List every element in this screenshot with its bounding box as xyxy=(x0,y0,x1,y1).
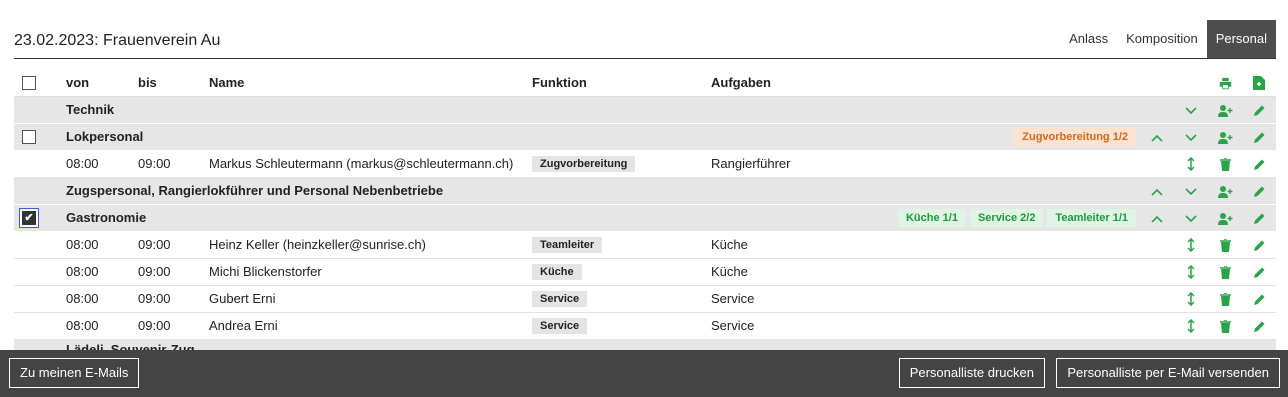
function-badge: Teamleiter xyxy=(532,237,603,253)
edit-pencil-icon[interactable] xyxy=(1242,210,1276,225)
move-vertical-icon[interactable] xyxy=(1174,318,1208,334)
chevron-down-icon[interactable] xyxy=(1174,183,1208,198)
table-row: 08:00 09:00 Andrea Erni Service Service xyxy=(14,312,1277,340)
function-badge: Zugvorbereitung xyxy=(532,156,636,172)
group-row-partial: Lädeli, Souvenir-Zug xyxy=(14,340,1276,350)
person-name: Gubert Erni xyxy=(209,285,532,313)
move-vertical-icon[interactable] xyxy=(1174,237,1208,253)
trash-icon[interactable] xyxy=(1208,291,1242,306)
tab-personal[interactable]: Personal xyxy=(1206,20,1276,58)
edit-pencil-icon[interactable] xyxy=(1242,183,1276,198)
person-name: Markus Schleutermann (markus@schleuterma… xyxy=(209,150,532,178)
title-divider xyxy=(14,58,1276,59)
task: Rangierführer xyxy=(711,150,1137,178)
time-to: 09:00 xyxy=(138,150,209,178)
select-all-checkbox[interactable] xyxy=(22,76,36,91)
table-row: 08:00 09:00 Gubert Erni Service Service xyxy=(14,285,1277,313)
col-name: Name xyxy=(209,69,532,97)
group-row-zugspersonal: Zugspersonal, Rangierlokführer und Perso… xyxy=(14,177,1277,205)
col-von: von xyxy=(66,69,138,97)
group-title: Technik xyxy=(66,96,861,124)
chevron-up-icon[interactable] xyxy=(1140,129,1174,144)
person-name: Michi Blickenstorfer xyxy=(209,258,532,286)
col-aufgaben: Aufgaben xyxy=(711,69,1137,97)
table-header: von bis Name Funktion Aufgaben xyxy=(14,69,1277,97)
table-row: 08:00 09:00 Markus Schleutermann (markus… xyxy=(14,150,1277,178)
group-checkbox[interactable] xyxy=(22,130,36,145)
group-title: Zugspersonal, Rangierlokführer und Perso… xyxy=(66,177,861,205)
group-title: Gastronomie xyxy=(66,204,711,232)
function-badge: Küche xyxy=(532,264,582,280)
chevron-up-icon[interactable] xyxy=(1140,210,1174,225)
time-to: 09:00 xyxy=(138,285,209,313)
edit-pencil-icon[interactable] xyxy=(1242,237,1276,252)
group-row-lokpersonal: Lokpersonal Zugvorbereitung 1/2 xyxy=(14,123,1277,151)
excel-export-icon[interactable] xyxy=(1242,74,1276,91)
time-from: 08:00 xyxy=(66,150,138,178)
group-row-gastronomie: ✔ Gastronomie Küche 1/1 Service 2/2 Teamle… xyxy=(14,204,1277,232)
trash-icon[interactable] xyxy=(1208,264,1242,279)
move-vertical-icon[interactable] xyxy=(1174,156,1208,172)
task: Service xyxy=(711,312,1137,340)
trash-icon[interactable] xyxy=(1208,156,1242,171)
add-person-icon[interactable] xyxy=(1208,129,1242,144)
task: Service xyxy=(711,285,1137,313)
col-bis: bis xyxy=(138,69,209,97)
move-vertical-icon[interactable] xyxy=(1174,291,1208,307)
add-person-icon[interactable] xyxy=(1208,102,1242,117)
function-badge: Service xyxy=(532,291,588,307)
edit-pencil-icon[interactable] xyxy=(1242,129,1276,144)
group-title: Lokpersonal xyxy=(66,123,711,151)
table-row: 08:00 09:00 Heinz Keller (heinzkeller@su… xyxy=(14,231,1277,259)
col-funktion: Funktion xyxy=(532,69,711,97)
person-name: Andrea Erni xyxy=(209,312,532,340)
time-to: 09:00 xyxy=(138,312,209,340)
group-checkbox-checked[interactable]: ✔ xyxy=(22,211,36,226)
print-list-button[interactable]: Personalliste drucken xyxy=(898,358,1045,388)
add-person-icon[interactable] xyxy=(1208,210,1242,225)
time-to: 09:00 xyxy=(138,258,209,286)
edit-pencil-icon[interactable] xyxy=(1242,318,1276,333)
tab-anlass[interactable]: Anlass xyxy=(1060,20,1117,58)
status-badge: Service 2/2 xyxy=(969,208,1044,227)
time-from: 08:00 xyxy=(66,312,138,340)
status-badge: Zugvorbereitung 1/2 xyxy=(1014,127,1137,146)
task: Küche xyxy=(711,258,1137,286)
tab-komposition[interactable]: Komposition xyxy=(1117,20,1207,58)
add-person-icon[interactable] xyxy=(1208,183,1242,198)
my-emails-button[interactable]: Zu meinen E-Mails xyxy=(9,358,140,388)
personal-table: von bis Name Funktion Aufgaben Technik L… xyxy=(14,69,1277,340)
person-name: Heinz Keller (heinzkeller@sunrise.ch) xyxy=(209,231,532,259)
edit-pencil-icon[interactable] xyxy=(1242,291,1276,306)
chevron-down-icon[interactable] xyxy=(1174,210,1208,225)
chevron-down-icon[interactable] xyxy=(1174,102,1208,117)
tab-bar: Anlass Komposition Personal xyxy=(1060,20,1276,58)
task: Küche xyxy=(711,231,1137,259)
status-badge: Küche 1/1 xyxy=(897,208,966,227)
edit-pencil-icon[interactable] xyxy=(1242,156,1276,171)
time-to: 09:00 xyxy=(138,231,209,259)
trash-icon[interactable] xyxy=(1208,237,1242,252)
status-badge: Teamleiter 1/1 xyxy=(1047,208,1137,227)
time-from: 08:00 xyxy=(66,285,138,313)
trash-icon[interactable] xyxy=(1208,318,1242,333)
time-from: 08:00 xyxy=(66,231,138,259)
edit-pencil-icon[interactable] xyxy=(1242,102,1276,117)
chevron-down-icon[interactable] xyxy=(1174,129,1208,144)
group-row-technik: Technik xyxy=(14,96,1277,124)
function-badge: Service xyxy=(532,318,588,334)
edit-pencil-icon[interactable] xyxy=(1242,264,1276,279)
move-vertical-icon[interactable] xyxy=(1174,264,1208,280)
print-icon[interactable] xyxy=(1208,74,1242,89)
table-row: 08:00 09:00 Michi Blickenstorfer Küche K… xyxy=(14,258,1277,286)
email-list-button[interactable]: Personalliste per E-Mail versenden xyxy=(1056,358,1280,388)
footer-bar: Zu meinen E-Mails Personalliste drucken … xyxy=(0,350,1288,397)
time-from: 08:00 xyxy=(66,258,138,286)
chevron-up-icon[interactable] xyxy=(1140,183,1174,198)
group-title: Lädeli, Souvenir-Zug xyxy=(66,342,195,350)
page-title: 23.02.2023: Frauenverein Au xyxy=(14,32,221,49)
